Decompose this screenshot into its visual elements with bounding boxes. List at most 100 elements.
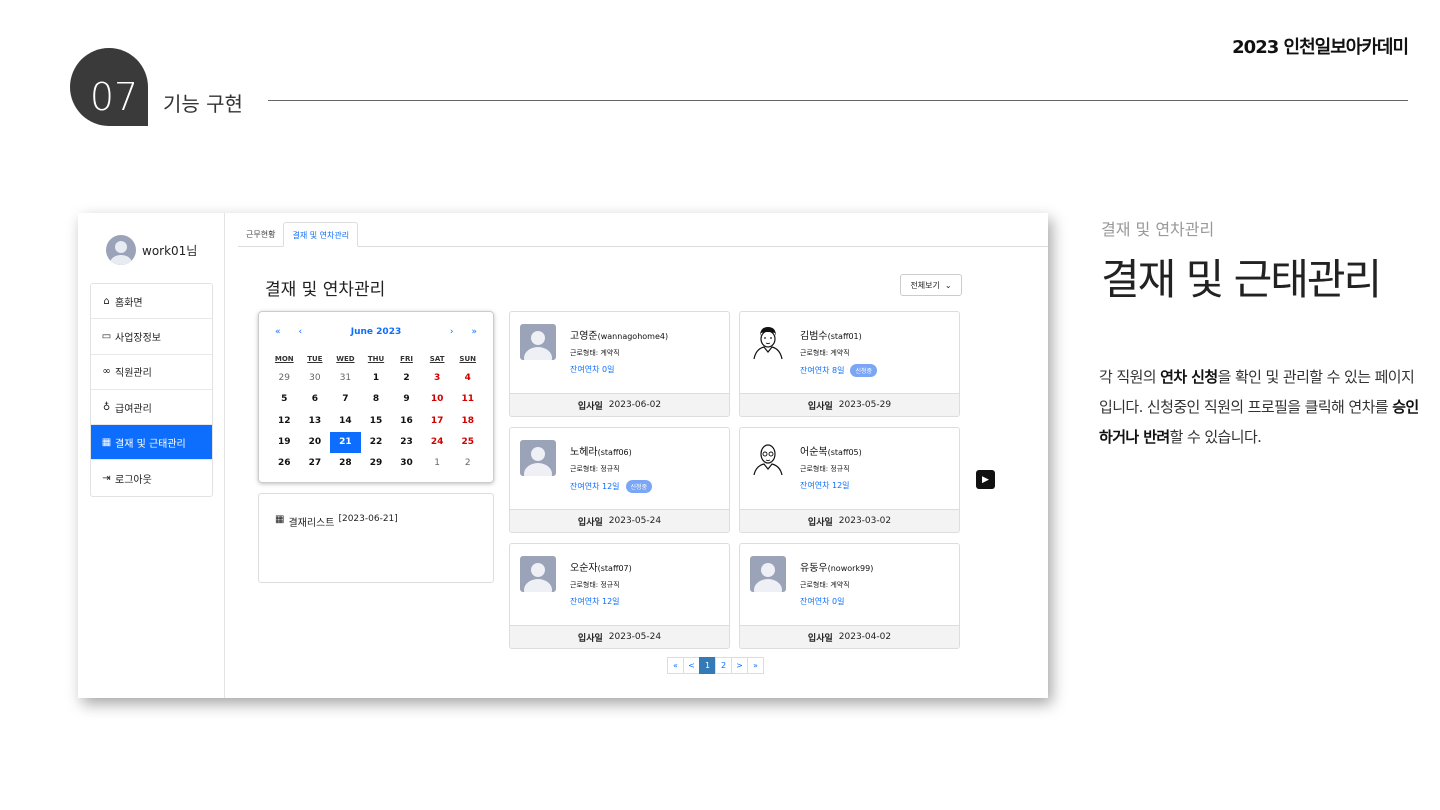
sidebar-item-label: 급여관리 <box>115 403 152 415</box>
calendar-day[interactable]: 1 <box>361 368 392 389</box>
pagination-item[interactable]: 2 <box>715 657 732 674</box>
remaining-leave-row: 잔여연차 12일 신청중 <box>570 480 653 493</box>
calendar-day[interactable]: 21 <box>330 431 361 454</box>
weekday-label: TUE <box>307 355 323 363</box>
employee-card[interactable]: 고영준(wannagohome4) 근로형태: 계약직 잔여연차 0일 입사일 2023… <box>509 311 730 417</box>
calendar-day[interactable]: 3 <box>422 368 453 389</box>
calendar-day[interactable]: 7 <box>330 389 361 410</box>
join-date-label: 입사일 <box>577 633 603 644</box>
pagination-item[interactable]: > <box>731 657 748 674</box>
next-month-button[interactable]: › <box>450 327 454 337</box>
employment-type: 근로형태: 계약직 <box>800 349 850 357</box>
calendar-day[interactable]: 8 <box>361 389 392 410</box>
calendar-day[interactable]: 27 <box>300 453 331 474</box>
calendar-day[interactable]: 23 <box>391 432 422 453</box>
employee-info: 어순복(staff05) 근로형태: 정규직 잔여연차 12일 <box>800 440 862 497</box>
employee-card-footer: 입사일 2023-03-02 <box>740 509 959 532</box>
pagination-item[interactable]: 1 <box>699 657 716 674</box>
brand-title: 2023 인천일보아카데미 <box>1232 37 1409 58</box>
calendar-day[interactable]: 16 <box>391 411 422 432</box>
join-date-label: 입사일 <box>577 517 603 528</box>
remaining-leave: 잔여연차 12일 <box>570 482 620 491</box>
calendar-day[interactable]: 9 <box>391 389 422 410</box>
sidebar-item-staff[interactable]: ∞ 직원관리 <box>91 355 212 390</box>
sidebar-item-approval[interactable]: ▦ 결재 및 근태관리 <box>91 425 212 461</box>
employee-card[interactable]: 노헤라(staff06) 근로형태: 정규직 잔여연차 12일 신청중 입사일 2023-… <box>509 427 730 533</box>
avatar <box>106 235 136 265</box>
calendar-day[interactable]: 29 <box>269 368 300 389</box>
employee-name-row: 김범수(staff01) <box>800 327 877 342</box>
calendar-day[interactable]: 5 <box>269 389 300 410</box>
avatar[interactable] <box>750 324 786 360</box>
calendar-day[interactable]: 15 <box>361 411 392 432</box>
pagination-item[interactable]: < <box>683 657 700 674</box>
sidebar-item-home[interactable]: ⌂ 홈화면 <box>91 284 212 320</box>
avatar[interactable] <box>520 556 556 592</box>
sidebar-item-payroll[interactable]: ♁ 급여관리 <box>91 390 212 426</box>
avatar[interactable] <box>750 556 786 592</box>
status-badge[interactable]: 신청중 <box>625 480 653 493</box>
join-date: 2023-03-02 <box>838 516 892 526</box>
pagination-item[interactable]: « <box>667 657 684 674</box>
calendar-day[interactable]: 6 <box>300 389 331 410</box>
calendar-day[interactable]: 4 <box>452 368 483 389</box>
highlight-text: 연차 신청 <box>1160 368 1218 386</box>
status-badge[interactable]: 신청중 <box>850 364 877 377</box>
employee-card[interactable]: 유동우(nowork99) 근로형태: 계약직 잔여연차 0일 입사일 2023-04-… <box>739 543 960 649</box>
calendar-day[interactable]: 11 <box>452 389 483 410</box>
calendar-day[interactable]: 28 <box>330 453 361 474</box>
prev-month-button[interactable]: ‹ <box>299 327 303 337</box>
sidebar-item-logout[interactable]: ⇥ 로그아웃 <box>91 460 212 495</box>
calendar-day[interactable]: 1 <box>422 453 453 474</box>
prev-year-button[interactable]: « <box>275 327 281 337</box>
sidebar-item-business-info[interactable]: ▭ 사업장정보 <box>91 319 212 355</box>
calendar-day[interactable]: 29 <box>361 453 392 474</box>
join-date-label: 입사일 <box>807 401 833 412</box>
employee-card-body: 오순자(staff07) 근로형태: 정규직 잔여연차 12일 <box>510 544 729 625</box>
pagination-item[interactable]: » <box>747 657 764 674</box>
calendar-day[interactable]: 19 <box>269 432 300 453</box>
description-title: 결재 및 근태관리 <box>1101 255 1382 304</box>
calendar-day[interactable]: 31 <box>330 368 361 389</box>
calendar-day[interactable]: 30 <box>300 368 331 389</box>
employee-card[interactable]: 김범수(staff01) 근로형태: 계약직 잔여연차 8일 신청중 입사일 2023-0… <box>739 311 960 417</box>
calendar-day[interactable]: 2 <box>452 453 483 474</box>
calendar-day[interactable]: 30 <box>391 453 422 474</box>
user-profile[interactable]: work01님 <box>106 235 197 265</box>
calendar-day[interactable]: 18 <box>452 411 483 432</box>
people-icon: ∞ <box>102 366 111 378</box>
weekday-label: WED <box>336 355 355 363</box>
calendar-day[interactable]: 13 <box>300 411 331 432</box>
calendar-day[interactable]: 10 <box>422 389 453 410</box>
avatar[interactable] <box>520 440 556 476</box>
avatar[interactable] <box>520 324 556 360</box>
employee-name-row: 유동우(nowork99) <box>800 559 873 574</box>
calendar-day[interactable]: 25 <box>452 432 483 453</box>
tab-work-status[interactable]: 근무현황 <box>238 222 283 247</box>
join-date-label: 입사일 <box>807 517 833 528</box>
avatar[interactable] <box>750 440 786 476</box>
approval-list-panel: ▦ 결재리스트 [2023-06-21] <box>258 493 494 583</box>
employee-id: (staff07) <box>597 564 632 573</box>
calendar-day[interactable]: 17 <box>422 411 453 432</box>
employee-card[interactable]: 오순자(staff07) 근로형태: 정규직 잔여연차 12일 입사일 2023-05-… <box>509 543 730 649</box>
calendar-day[interactable]: 14 <box>330 411 361 432</box>
next-year-button[interactable]: » <box>471 327 477 337</box>
calendar-day[interactable]: 20 <box>300 432 331 453</box>
user-name: work01님 <box>142 243 198 258</box>
calendar-day[interactable]: 22 <box>361 432 392 453</box>
calendar-grid: MON TUE WED THU FRI SAT SUN 29 30 31 1 2 3 4 5 6 7 8 9 10 11… <box>269 350 483 474</box>
employee-card-body: 어순복(staff05) 근로형태: 정규직 잔여연차 12일 <box>740 428 959 509</box>
next-page-arrow-icon[interactable]: ▶ <box>976 470 995 489</box>
calendar-day[interactable]: 12 <box>269 411 300 432</box>
employee-name: 어순복 <box>800 447 828 458</box>
calendar-day[interactable]: 26 <box>269 453 300 474</box>
calendar-day[interactable]: 24 <box>422 432 453 453</box>
calendar-month-label[interactable]: June 2023 <box>351 327 401 337</box>
description-subtitle: 결재 및 연차관리 <box>1101 220 1215 239</box>
employee-card[interactable]: 어순복(staff05) 근로형태: 정규직 잔여연차 12일입사일 2023-03-… <box>739 427 960 533</box>
view-all-dropdown[interactable]: 전체보기 ⌄ <box>900 274 962 296</box>
tab-approval[interactable]: 결재 및 연차관리 <box>283 222 359 247</box>
page-title: 결재 및 연차관리 <box>265 280 386 300</box>
calendar-day[interactable]: 2 <box>391 368 422 389</box>
